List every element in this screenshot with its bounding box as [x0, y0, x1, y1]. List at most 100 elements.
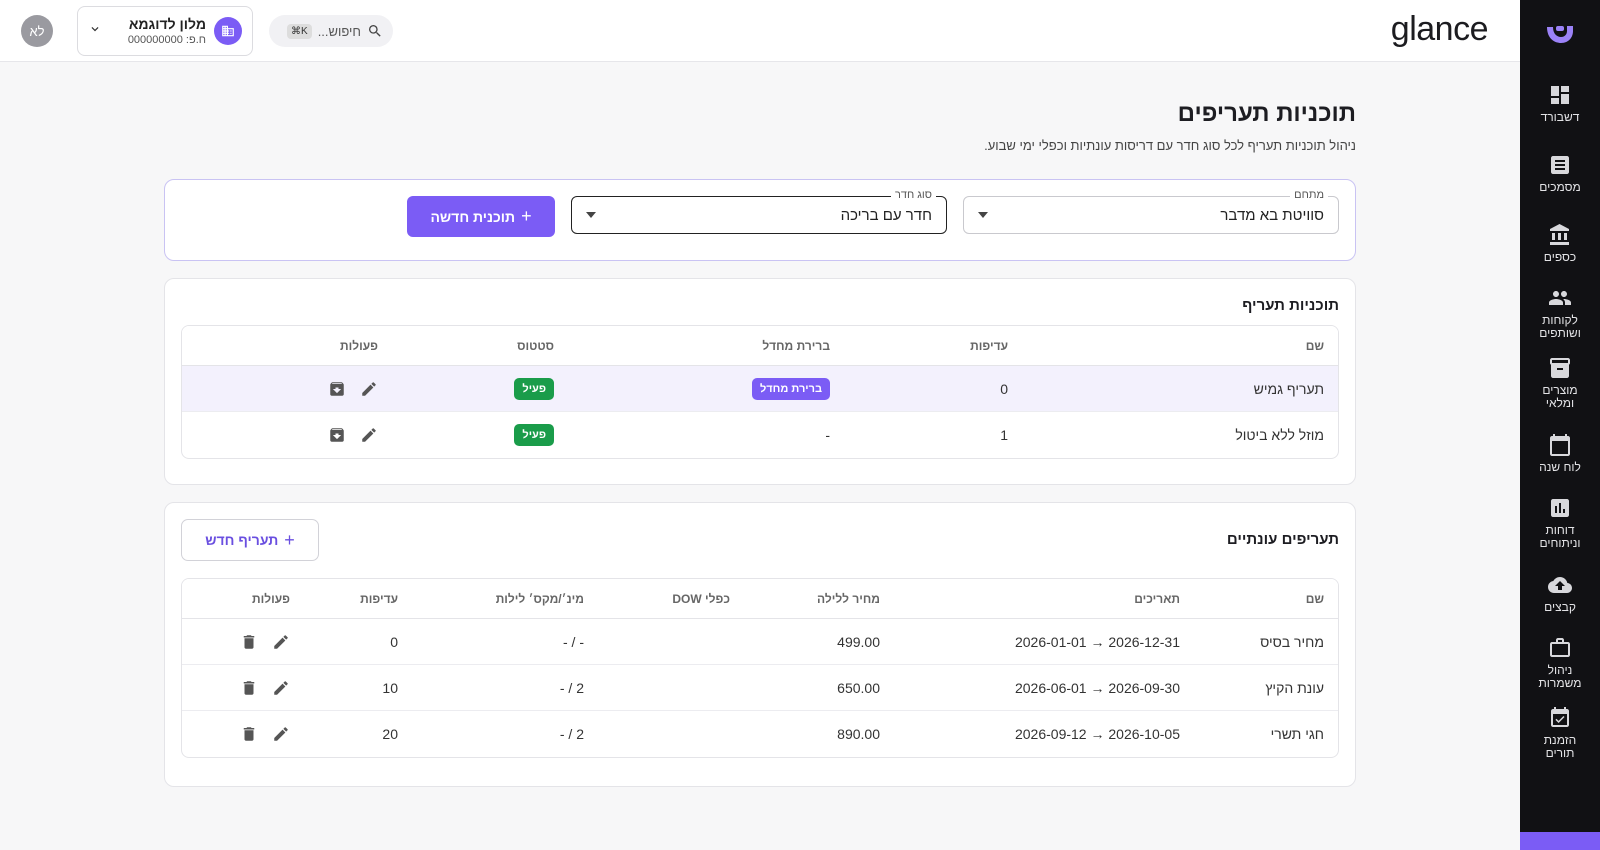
table-row[interactable]: מחיר בסיס 2026-01-01 → 2026-12-31 499.00…	[182, 619, 1338, 665]
seasonal-rates-card: תעריפים עונתיים + תעריף חדש שם תאריכים מ…	[164, 502, 1356, 787]
sidebar-active-indicator	[1520, 832, 1600, 850]
sidebar-item-label: מסמכים	[1539, 179, 1581, 194]
sidebar-item-customers[interactable]: לקוחות ושותפים	[1520, 278, 1600, 348]
col-actions: פעולות	[252, 591, 290, 606]
hotel-selector[interactable]: מלון לדוגמא ח.פ: 000000000	[77, 6, 253, 56]
logo-icon	[1547, 26, 1573, 43]
sidebar-item-products[interactable]: מוצרים ומלאי	[1520, 348, 1600, 418]
trash-icon[interactable]	[240, 679, 258, 697]
edit-icon[interactable]	[360, 380, 378, 398]
edit-icon[interactable]	[272, 633, 290, 651]
trash-icon[interactable]	[240, 633, 258, 651]
brand-logo[interactable]: glance	[1391, 10, 1489, 49]
new-seasonal-label: תעריף חדש	[205, 532, 279, 548]
sidebar-item-documents[interactable]: מסמכים	[1520, 138, 1600, 208]
sidebar-item-files[interactable]: קבצים	[1520, 558, 1600, 628]
season-name: מחיר בסיס	[1260, 633, 1324, 650]
people-icon	[1549, 291, 1571, 305]
season-dates: 2026-01-01 → 2026-12-31	[1014, 633, 1180, 650]
sidebar-item-label: לקוחות ושותפים	[1539, 313, 1581, 340]
cloud-upload-icon	[1548, 576, 1572, 593]
calendar-icon	[1550, 433, 1570, 456]
hotel-name: מלון לדוגמא	[128, 16, 206, 32]
main-content: תוכניות תעריפים ניהול תוכניות תעריף לכל …	[164, 62, 1356, 787]
status-badge: פעיל	[514, 377, 554, 400]
season-price: 890.00	[837, 726, 880, 742]
building-icon	[214, 17, 242, 45]
rate-plans-card: תוכניות תעריף שם עדיפות ברירת מחדל סטטוס…	[164, 278, 1356, 485]
season-name: חגי תשרי	[1270, 726, 1324, 742]
page-title: תוכניות תעריפים	[1177, 100, 1356, 127]
table-row[interactable]: תעריף גמיש 0 ברירת מחדל פעיל	[182, 366, 1338, 412]
season-name: עונת הקיץ	[1265, 679, 1324, 696]
sidebar-item-finance[interactable]: כספים	[1520, 208, 1600, 278]
room-type-select[interactable]: סוג חדר חדר עם בריכה	[571, 189, 947, 234]
avatar[interactable]: לא	[21, 15, 53, 47]
complex-value: סוויטת בא מדבר	[1220, 206, 1324, 224]
chevron-down-icon	[88, 22, 102, 41]
rate-plans-title: תוכניות תעריף	[1242, 297, 1339, 314]
table-row[interactable]: מוזל ללא ביטול 1 - פעיל	[182, 412, 1338, 458]
col-dow: כפלי DOW	[672, 591, 730, 606]
plus-icon: +	[521, 206, 532, 226]
app-logo[interactable]	[1520, 0, 1600, 68]
sidebar-item-dashboard[interactable]: דשבורד	[1520, 68, 1600, 138]
edit-icon[interactable]	[272, 725, 290, 743]
sidebar-item-label: דשבורד	[1540, 109, 1580, 124]
new-seasonal-rate-button[interactable]: + תעריף חדש	[181, 519, 319, 561]
sidebar-item-appointments[interactable]: הזמנת תורים	[1520, 698, 1600, 768]
room-type-label: סוג חדר	[891, 189, 936, 201]
keyboard-shortcut: ⌘K	[287, 23, 312, 39]
archive-icon[interactable]	[328, 426, 346, 444]
col-name: שם	[1305, 591, 1324, 606]
sidebar: דשבורד מסמכים כספים לקוחות ושותפים מוצרי…	[1520, 0, 1600, 850]
search-icon	[369, 25, 381, 37]
sidebar-item-label: ניהול משמרות	[1538, 663, 1582, 690]
season-price: 650.00	[837, 679, 880, 696]
sidebar-item-calendar[interactable]: לוח שנה	[1520, 418, 1600, 488]
calendar-check-icon	[1551, 707, 1569, 727]
season-minmax: 2 / -	[559, 726, 584, 742]
sidebar-item-label: קבצים	[1544, 599, 1576, 614]
season-minmax: 2 / -	[559, 679, 584, 696]
sidebar-item-shifts[interactable]: ניהול משמרות	[1520, 628, 1600, 698]
col-priority: עדיפות	[970, 338, 1008, 353]
trash-icon[interactable]	[240, 725, 258, 743]
complex-select[interactable]: מתחם סוויטת בא מדבר	[963, 189, 1339, 234]
archive-icon[interactable]	[328, 380, 346, 398]
bank-icon	[1550, 223, 1569, 245]
season-dates: 2026-09-12 → 2026-10-05	[1014, 726, 1180, 742]
plan-name: תעריף גמיש	[1253, 380, 1324, 397]
caret-down-icon	[978, 212, 988, 218]
rate-plans-table: שם עדיפות ברירת מחדל סטטוס פעולות תעריף …	[181, 325, 1339, 459]
season-priority: 20	[382, 726, 398, 742]
sidebar-item-label: מוצרים ומלאי	[1542, 383, 1578, 410]
filters-card: מתחם סוויטת בא מדבר סוג חדר חדר עם בריכה…	[164, 179, 1356, 261]
season-priority: 0	[390, 633, 398, 650]
search-placeholder: חיפוש...	[317, 23, 361, 39]
sidebar-item-label: כספים	[1543, 249, 1577, 264]
caret-down-icon	[586, 212, 596, 218]
documents-icon	[1551, 155, 1569, 174]
dashboard-icon	[1551, 85, 1569, 104]
sidebar-item-reports[interactable]: דוחות וניתוחים	[1520, 488, 1600, 558]
plan-default: -	[825, 427, 830, 443]
col-actions: פעולות	[340, 338, 378, 353]
search-box[interactable]: חיפוש... ⌘K	[269, 15, 393, 47]
table-row[interactable]: עונת הקיץ 2026-06-01 → 2026-09-30 650.00…	[182, 665, 1338, 711]
table-row[interactable]: חגי תשרי 2026-09-12 → 2026-10-05 890.00 …	[182, 711, 1338, 757]
seasonal-title: תעריפים עונתיים	[1226, 531, 1339, 548]
new-plan-button[interactable]: + תוכנית חדשה	[407, 196, 555, 237]
col-dates: תאריכים	[1134, 591, 1180, 606]
seasonal-table: שם תאריכים מחיר ללילה כפלי DOW מינ׳/מקס׳…	[181, 578, 1339, 758]
edit-icon[interactable]	[360, 426, 378, 444]
briefcase-icon	[1550, 638, 1570, 657]
status-badge: פעיל	[514, 424, 554, 446]
new-plan-label: תוכנית חדשה	[430, 208, 516, 225]
page-subtitle: ניהול תוכניות תעריף לכל סוג חדר עם דריסו…	[984, 138, 1356, 153]
col-minmax: מינ׳/מקס׳ לילות	[495, 591, 584, 606]
edit-icon[interactable]	[272, 679, 290, 697]
col-status: סטטוס	[517, 338, 554, 353]
plan-priority: 1	[1000, 427, 1008, 443]
complex-label: מתחם	[1290, 189, 1328, 201]
